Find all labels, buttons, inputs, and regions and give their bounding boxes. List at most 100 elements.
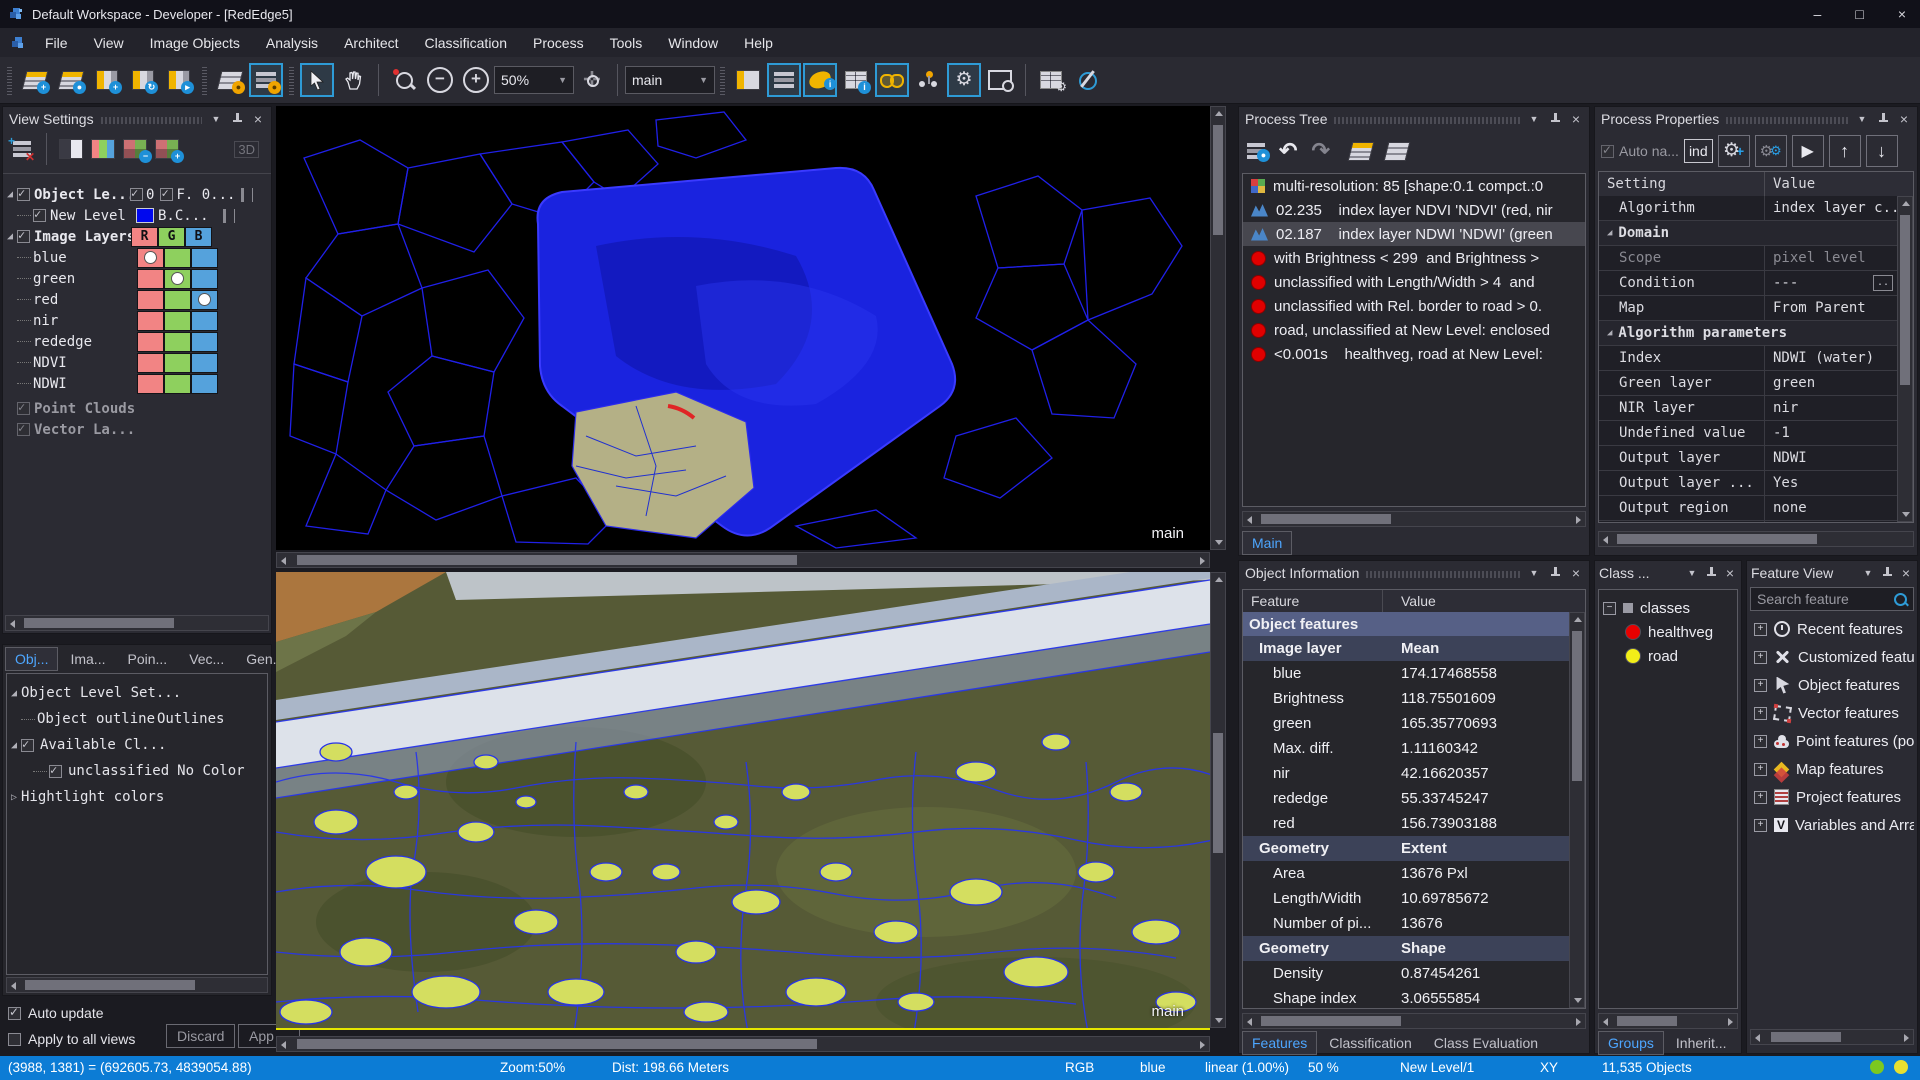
property-row[interactable]: Output layer type 32Bit float [1599, 521, 1897, 522]
scrollbar-thumb[interactable] [25, 980, 195, 990]
process-row[interactable]: unclassified with Rel. border to road > … [1243, 294, 1585, 318]
scroll-right-icon[interactable] [1576, 1018, 1581, 1026]
expand-icon[interactable]: + [1754, 763, 1767, 776]
feature-row[interactable]: Object features [1243, 612, 1569, 636]
cursor-tool-button[interactable] [300, 63, 334, 97]
property-value[interactable]: index layer c... [1765, 200, 1897, 216]
vertical-scrollbar[interactable] [1569, 612, 1585, 1008]
green-channel-cell[interactable] [164, 353, 191, 373]
vertical-scrollbar[interactable] [1897, 196, 1913, 522]
green-channel-cell[interactable] [164, 374, 191, 394]
expander-icon[interactable]: ▷ [7, 792, 21, 803]
tree-row-point-clouds[interactable]: Point Clouds [3, 398, 271, 419]
close-icon[interactable]: × [1723, 566, 1737, 580]
blue-channel-cell[interactable] [191, 311, 218, 331]
scrollbar-thumb[interactable] [1771, 1032, 1841, 1042]
tree-row-vector-layers[interactable]: Vector La... [3, 419, 271, 440]
scrollbar-thumb[interactable] [297, 1039, 817, 1049]
horizontal-scrollbar[interactable] [1242, 511, 1586, 527]
close-icon[interactable]: × [1897, 112, 1911, 126]
horizontal-scrollbar[interactable] [1598, 531, 1914, 547]
point-clouds-checkbox[interactable] [17, 402, 30, 415]
image-layers-checkbox[interactable] [17, 230, 30, 243]
search-icon[interactable] [1894, 593, 1907, 606]
property-row[interactable]: Green layer green [1599, 371, 1897, 396]
column-header-value[interactable]: Value [1765, 176, 1913, 192]
feature-row[interactable]: Density 0.87454261 [1243, 961, 1569, 986]
property-row[interactable]: Output layer ... Yes [1599, 471, 1897, 496]
scrollbar-thumb[interactable] [1213, 125, 1223, 235]
execute-button[interactable]: ▶ [1792, 135, 1824, 167]
process-row[interactable]: unclassified with Length/Width > 4 and [1243, 270, 1585, 294]
object-information-tab[interactable]: Features [1242, 1031, 1317, 1055]
scroll-left-icon[interactable] [1247, 1018, 1252, 1026]
redo-icon[interactable]: ↷ [1311, 138, 1329, 164]
close-icon[interactable]: × [1569, 566, 1583, 580]
index-mode-box[interactable]: ind [1684, 139, 1713, 163]
property-value[interactable]: -1 [1765, 425, 1897, 441]
scrollbar-thumb[interactable] [1617, 1016, 1677, 1026]
expand-icon[interactable]: + [1754, 735, 1767, 748]
map-viewport-top[interactable]: main [276, 106, 1210, 550]
new-level-checkbox[interactable] [33, 209, 46, 222]
menu-item[interactable]: Help [731, 31, 786, 55]
property-value[interactable]: NDWI [1765, 450, 1897, 466]
scrollbar-thumb[interactable] [1261, 514, 1391, 524]
menu-item[interactable]: Architect [331, 31, 411, 55]
scroll-left-icon[interactable] [1755, 1034, 1760, 1042]
scrollbar-thumb[interactable] [1572, 631, 1582, 781]
zoom-in-button[interactable]: + [459, 63, 493, 97]
pin-icon[interactable] [1876, 112, 1890, 127]
expander-icon[interactable]: ◢ [3, 189, 17, 200]
object-levels-checkbox[interactable] [17, 188, 30, 201]
scroll-up-icon[interactable] [1215, 111, 1223, 116]
horizontal-scrollbar[interactable] [276, 552, 1210, 568]
scroll-left-icon[interactable] [281, 1041, 286, 1049]
left-panel-tab[interactable]: Vec... [179, 647, 234, 671]
class-panel-tab[interactable]: Groups [1598, 1031, 1664, 1055]
next-layer-mix-button[interactable]: + [152, 134, 182, 164]
class-row[interactable]: healthveg [1603, 620, 1733, 644]
red-channel-cell[interactable] [137, 353, 164, 373]
green-channel-cell[interactable] [164, 311, 191, 331]
save-process-tree-button[interactable]: ● [1247, 143, 1265, 159]
column-resize-handle[interactable] [241, 188, 253, 202]
blue-channel-cell[interactable] [191, 374, 218, 394]
horizontal-scrollbar[interactable] [1750, 1029, 1914, 1045]
process-row[interactable]: multi-resolution: 85 [shape:0.1 compct.:… [1243, 174, 1585, 198]
red-channel-cell[interactable] [137, 248, 164, 268]
feature-row[interactable]: rededge 55.33745247 [1243, 786, 1569, 811]
pin-icon[interactable] [1704, 566, 1718, 581]
close-button[interactable]: × [1898, 6, 1906, 22]
close-icon[interactable]: × [1899, 566, 1913, 580]
green-channel-cell[interactable] [164, 269, 191, 289]
feature-row[interactable]: Geometry Shape [1243, 936, 1569, 961]
property-value[interactable]: Yes [1765, 475, 1897, 491]
green-channel-cell[interactable] [164, 332, 191, 352]
pixel-view-button[interactable]: ⚙ [947, 63, 981, 97]
scroll-up-icon[interactable] [1902, 201, 1910, 206]
feature-group-row[interactable]: + Point features (po [1750, 727, 1914, 755]
pin-icon[interactable] [230, 112, 244, 127]
image-layer-row[interactable]: NDWI [3, 373, 271, 394]
horizontal-scrollbar[interactable] [276, 1036, 1210, 1052]
column-header-setting[interactable]: Setting [1599, 172, 1765, 196]
image-layer-row[interactable]: rededge [3, 331, 271, 352]
feature-row[interactable]: green 165.35770693 [1243, 711, 1569, 736]
scroll-up-icon[interactable] [1574, 617, 1582, 622]
panel-menu-caret-icon[interactable]: ▼ [1527, 114, 1541, 124]
maximize-button[interactable]: □ [1855, 6, 1863, 22]
feature-row[interactable]: nir 42.16620357 [1243, 761, 1569, 786]
scroll-right-icon[interactable] [1200, 1041, 1205, 1049]
scroll-right-icon[interactable] [1904, 1034, 1909, 1042]
scrollbar-thumb[interactable] [297, 555, 797, 565]
import-scene-button[interactable]: ↻ [126, 63, 160, 97]
red-channel-cell[interactable] [137, 290, 164, 310]
blue-channel-cell[interactable] [191, 290, 218, 310]
object-information-tab[interactable]: Classification [1319, 1031, 1421, 1055]
scroll-down-icon[interactable] [1215, 540, 1223, 545]
new-workspace-button[interactable]: + [18, 63, 52, 97]
panel-menu-caret-icon[interactable]: ▼ [1685, 568, 1699, 578]
view-samples-button[interactable]: i [839, 63, 873, 97]
menu-item[interactable]: Classification [412, 31, 520, 55]
